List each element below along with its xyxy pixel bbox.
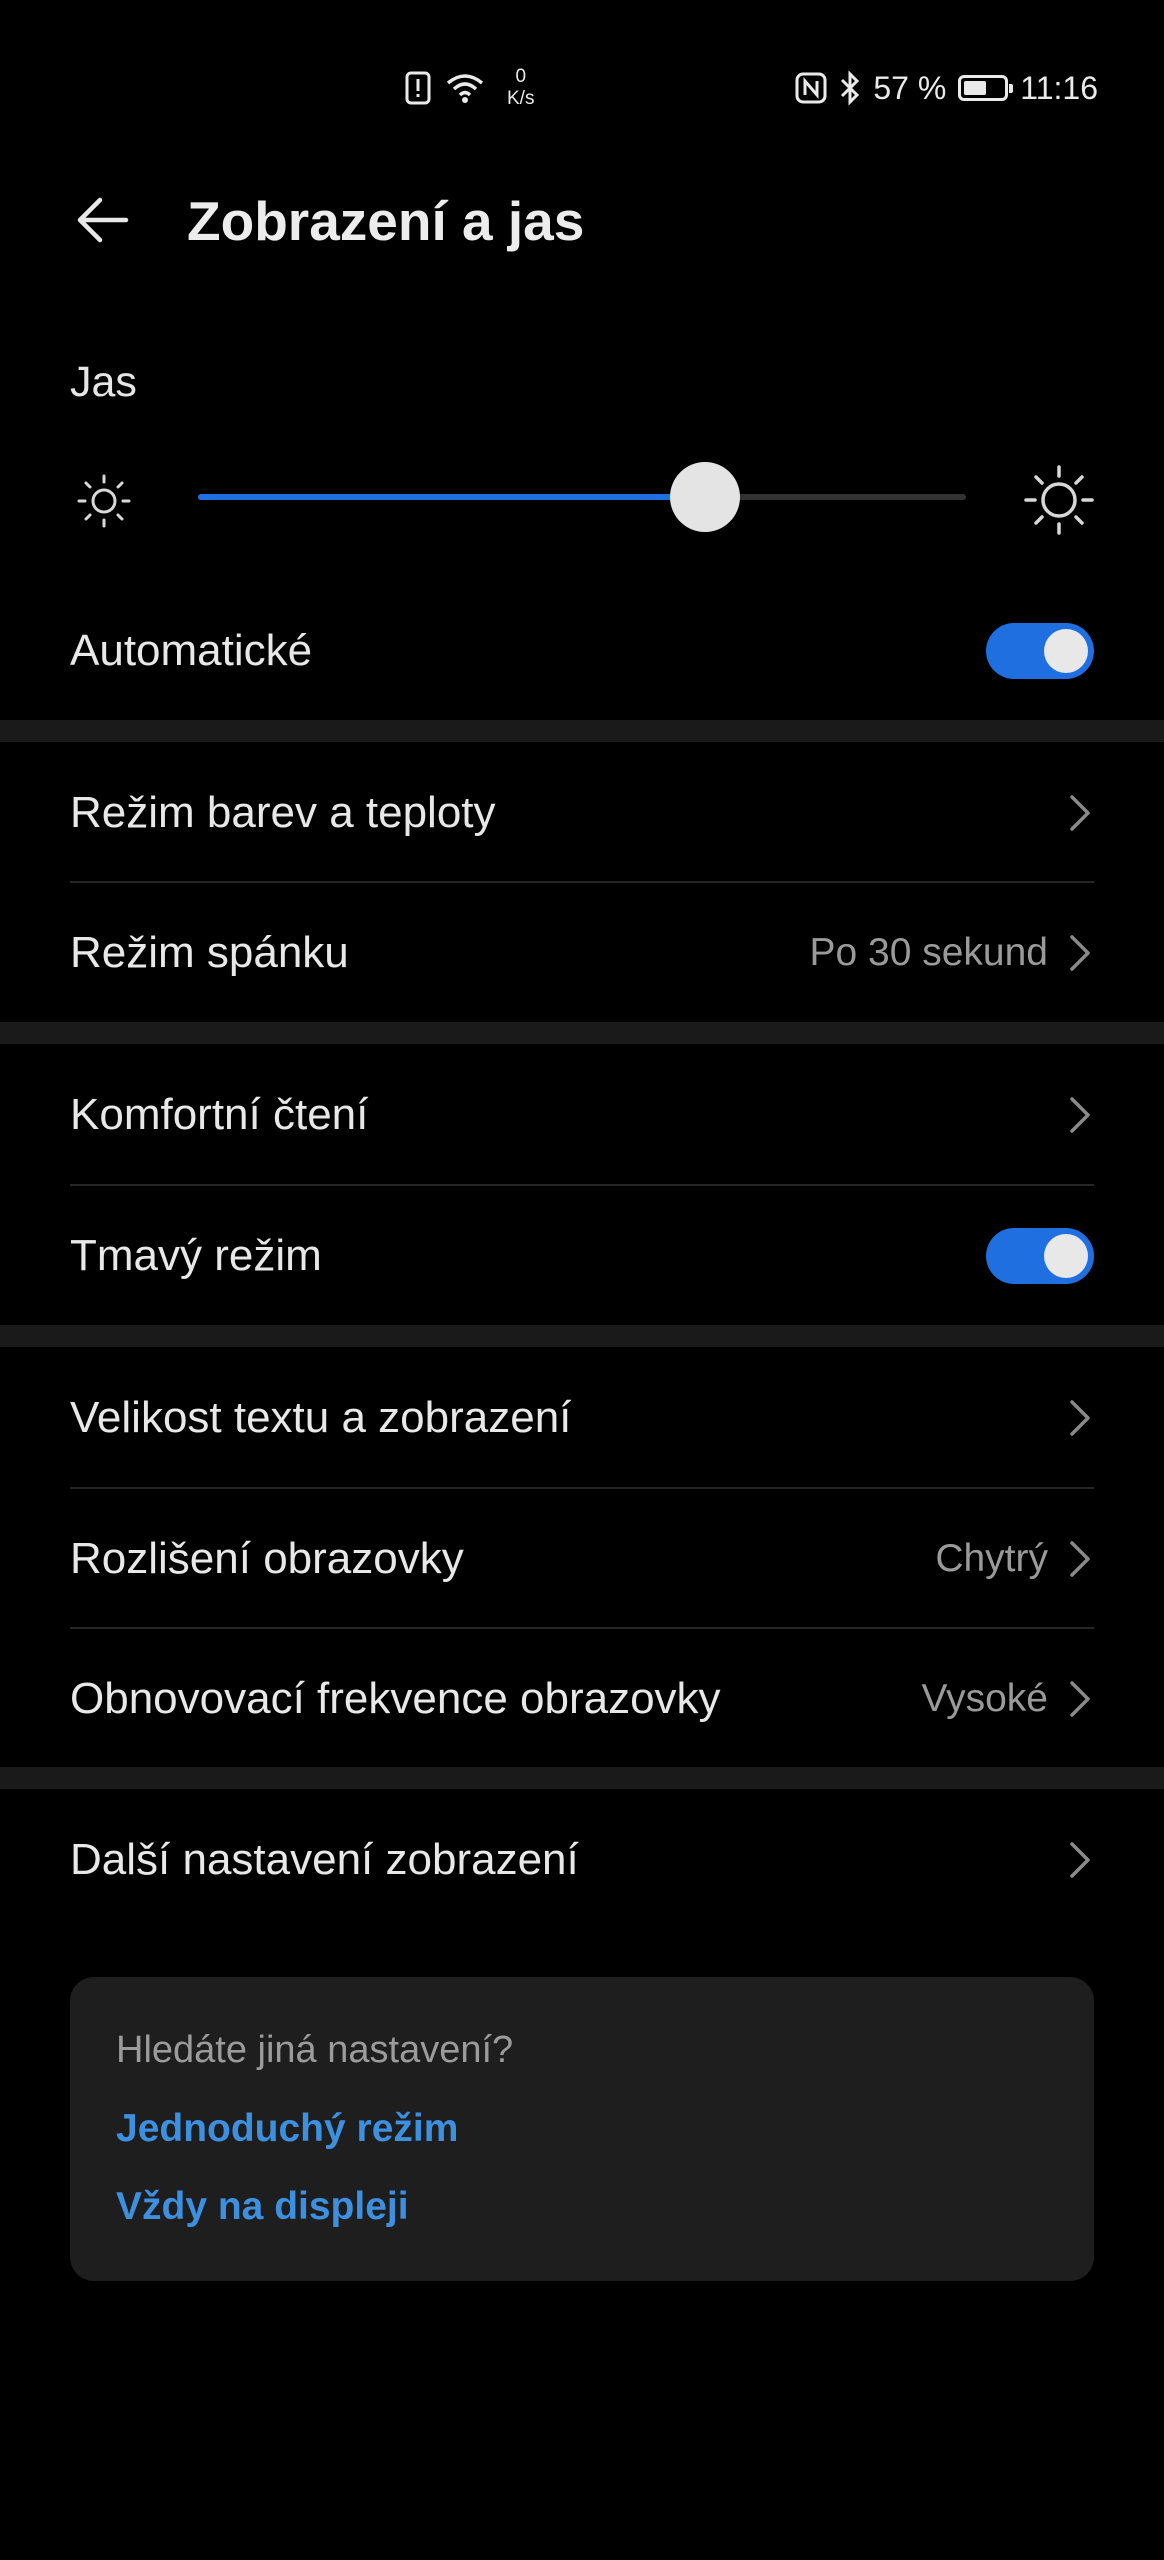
resolution-value: Chytrý (935, 1536, 1048, 1580)
dark-mode-row[interactable]: Tmavý režim (70, 1186, 1094, 1325)
chevron-right-icon (1070, 1096, 1090, 1133)
automatic-brightness-label: Automatické (70, 625, 313, 675)
comfort-reading-label: Komfortní čtení (70, 1089, 369, 1139)
section-gap (0, 1325, 1164, 1347)
network-speed-unit: K/s (507, 88, 535, 109)
battery-icon (958, 75, 1014, 101)
brightness-slider[interactable] (198, 462, 966, 532)
refresh-rate-value: Vysoké (921, 1676, 1048, 1720)
back-arrow-icon (77, 197, 129, 243)
nfc-icon (795, 72, 827, 104)
chevron-right-icon (1070, 1540, 1090, 1577)
clock: 11:16 (1020, 69, 1098, 106)
sleep-row[interactable]: Režim spánku Po 30 sekund (70, 883, 1094, 1022)
section-gap (0, 1767, 1164, 1789)
sleep-label: Režim spánku (70, 927, 349, 977)
color-mode-label: Režim barev a teploty (70, 787, 496, 837)
network-speed-value: 0 (515, 66, 527, 87)
brightness-slider-fill (198, 494, 705, 500)
text-size-row[interactable]: Velikost textu a zobrazení (70, 1348, 1094, 1487)
section-gap (0, 720, 1164, 742)
dark-mode-label: Tmavý režim (70, 1230, 322, 1280)
more-display-settings-row[interactable]: Další nastavení zobrazení (70, 1790, 1094, 1929)
chevron-right-icon (1070, 794, 1090, 831)
dark-mode-toggle[interactable] (986, 1227, 1094, 1284)
battery-percent: 57 % (873, 69, 947, 106)
color-mode-row[interactable]: Režim barev a teploty (70, 743, 1094, 882)
status-right-icons: 57 % 11:16 (795, 58, 1098, 118)
chevron-right-icon (1070, 1399, 1090, 1436)
bluetooth-icon (841, 70, 860, 106)
brightness-slider-row (0, 450, 1164, 544)
back-button[interactable] (66, 184, 138, 256)
resolution-label: Rozlišení obrazovky (70, 1533, 464, 1583)
page-title: Zobrazení a jas (187, 190, 585, 252)
refresh-rate-label: Obnovovací frekvence obrazovky (70, 1673, 721, 1723)
brightness-high-icon (1024, 465, 1094, 535)
chevron-right-icon (1070, 934, 1090, 971)
status-bar: 0 K/s 57 % 11:16 (0, 0, 1164, 170)
chevron-right-icon (1070, 1841, 1090, 1878)
network-speed: 0 K/s (507, 66, 534, 110)
more-display-settings-label: Další nastavení zobrazení (70, 1834, 579, 1884)
toggle-knob (1044, 628, 1088, 673)
chevron-right-icon (1070, 1680, 1090, 1717)
status-center-icons: 0 K/s (405, 58, 534, 118)
battery-fill (964, 81, 986, 95)
toggle-knob (1044, 1233, 1088, 1278)
refresh-rate-row[interactable]: Obnovovací frekvence obrazovky Vysoké (70, 1629, 1094, 1768)
brightness-slider-thumb[interactable] (669, 462, 740, 532)
section-gap (0, 1022, 1164, 1044)
simple-mode-link[interactable]: Jednoduchý režim (116, 2107, 458, 2151)
brightness-label: Jas (70, 358, 137, 406)
text-size-label: Velikost textu a zobrazení (70, 1392, 572, 1442)
sleep-value: Po 30 sekund (809, 930, 1048, 974)
automatic-brightness-toggle[interactable] (986, 622, 1094, 679)
wifi-icon (446, 74, 484, 103)
resolution-row[interactable]: Rozlišení obrazovky Chytrý (70, 1489, 1094, 1628)
brightness-low-icon (77, 474, 131, 528)
alert-icon (405, 71, 431, 105)
comfort-reading-row[interactable]: Komfortní čtení (70, 1045, 1094, 1184)
always-on-display-link[interactable]: Vždy na displeji (116, 2185, 409, 2229)
suggestions-card: Hledáte jiná nastavení? Jednoduchý režim… (70, 1977, 1094, 2281)
suggestions-question: Hledáte jiná nastavení? (116, 2029, 514, 2071)
automatic-brightness-row[interactable]: Automatické (70, 581, 1094, 720)
app-bar: Zobrazení a jas (0, 170, 1164, 270)
